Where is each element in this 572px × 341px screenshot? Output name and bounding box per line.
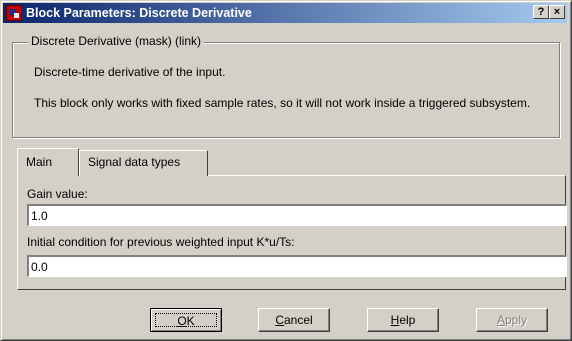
description-text: Discrete-time derivative of the input.: [34, 65, 226, 79]
tab-main[interactable]: Main: [17, 148, 79, 176]
description-note: This block only works with fixed sample …: [34, 96, 531, 110]
description-group: [12, 42, 560, 138]
context-help-button[interactable]: ?: [533, 5, 549, 19]
gain-label: Gain value:: [27, 187, 88, 201]
gain-value-input[interactable]: [27, 204, 567, 226]
window-title: Block Parameters: Discrete Derivative: [26, 6, 252, 20]
ok-button[interactable]: OK: [150, 308, 222, 332]
focus-rect: OK: [155, 313, 217, 328]
simulink-block-icon: [6, 5, 22, 21]
tab-signal-data-types[interactable]: Signal data types: [79, 150, 208, 176]
initial-condition-input[interactable]: [27, 255, 567, 277]
title-bar[interactable]: Block Parameters: Discrete Derivative ? …: [3, 3, 567, 23]
help-button[interactable]: Help: [367, 308, 439, 332]
initial-condition-label: Initial condition for previous weighted …: [27, 235, 295, 249]
description-legend: Discrete Derivative (mask) (link): [28, 34, 205, 48]
close-button[interactable]: ×: [549, 5, 565, 19]
apply-button[interactable]: Apply: [476, 308, 548, 332]
cancel-button[interactable]: Cancel: [258, 308, 330, 332]
